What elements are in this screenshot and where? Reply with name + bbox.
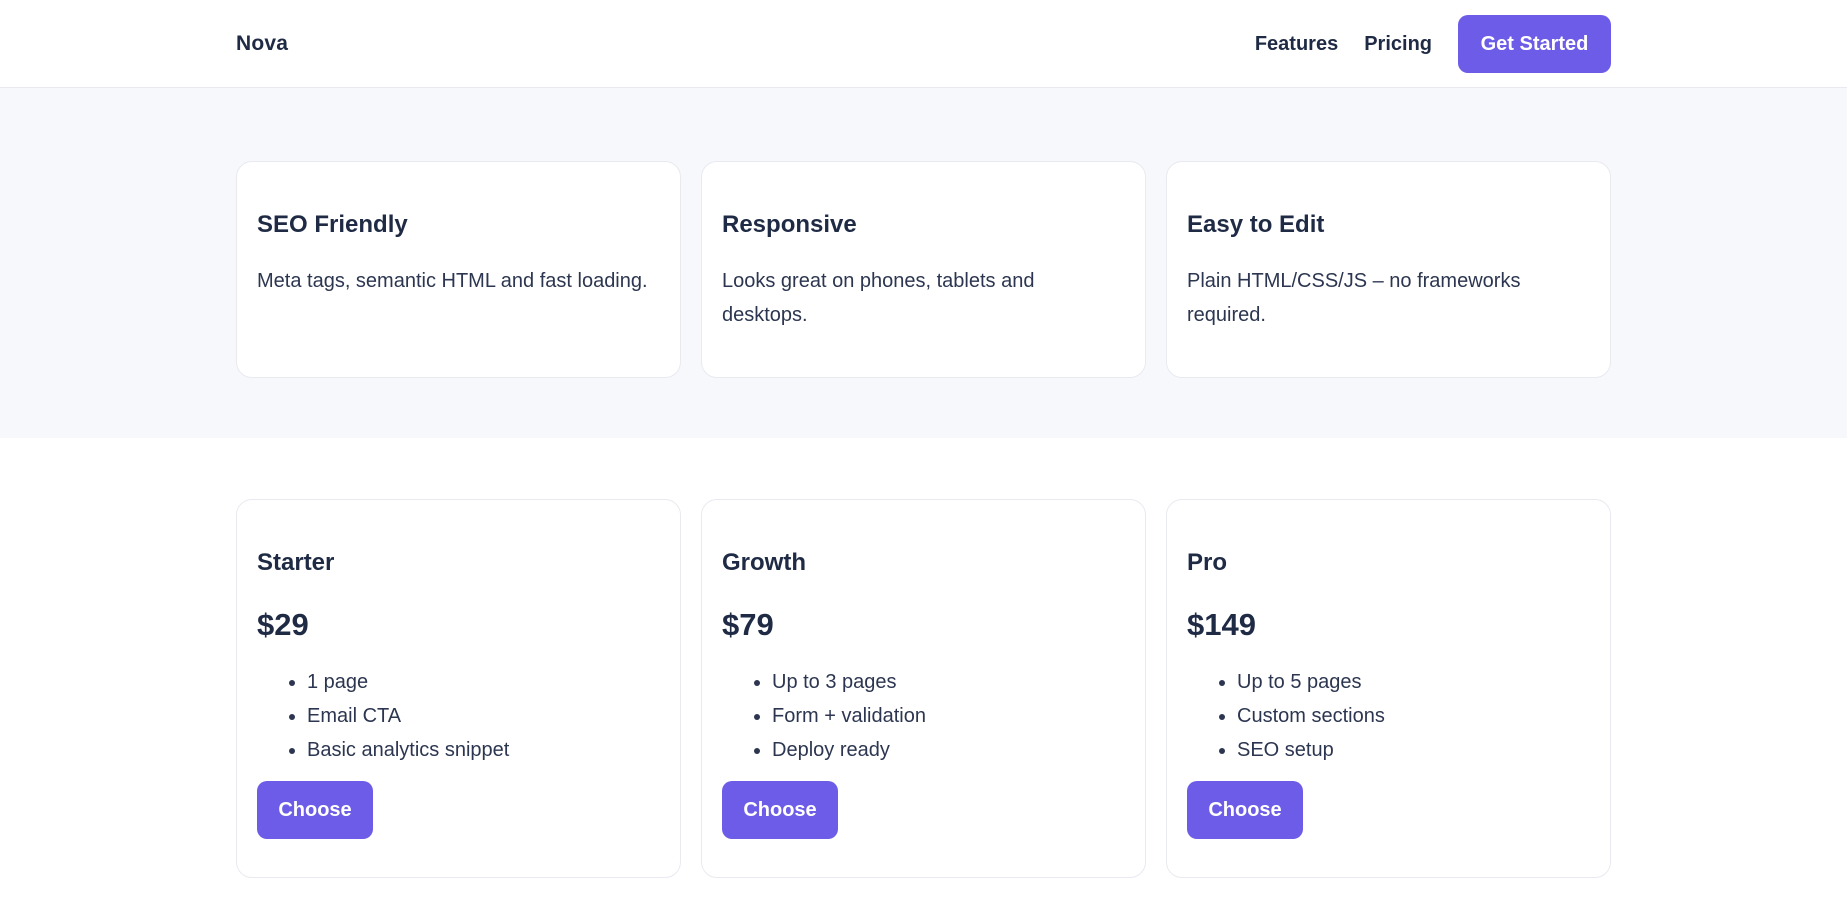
plan-price: $149 — [1187, 607, 1256, 642]
plan-feature-item: 1 page — [307, 665, 660, 699]
feature-card-easy-edit: Easy to Edit Plain HTML/CSS/JS – no fram… — [1166, 161, 1611, 378]
pricing-section: Starter $29 1 page Email CTA Basic analy… — [0, 438, 1847, 878]
feature-card-responsive: Responsive Looks great on phones, tablet… — [701, 161, 1146, 378]
nav-link-features[interactable]: Features — [1255, 33, 1338, 56]
plan-name: Starter — [257, 549, 335, 576]
plan-price: $29 — [257, 607, 309, 642]
features-section: SEO Friendly Meta tags, semantic HTML an… — [0, 88, 1847, 438]
logo[interactable]: Nova — [236, 32, 288, 56]
features-row: SEO Friendly Meta tags, semantic HTML an… — [236, 161, 1611, 378]
plan-feature-item: Custom sections — [1237, 699, 1590, 733]
pricing-card-pro: Pro $149 Up to 5 pages Custom sections S… — [1166, 499, 1611, 878]
main-nav: Features Pricing Get Started — [1255, 15, 1611, 73]
plan-name: Pro — [1187, 549, 1228, 576]
plan-name: Growth — [722, 549, 806, 576]
plan-feature-list: Up to 3 pages Form + validation Deploy r… — [722, 665, 1125, 767]
plan-feature-item: Up to 3 pages — [772, 665, 1125, 699]
plan-feature-item: Up to 5 pages — [1237, 665, 1590, 699]
plan-feature-list: 1 page Email CTA Basic analytics snippet — [257, 665, 660, 767]
header-container: Nova Features Pricing Get Started — [236, 0, 1611, 88]
feature-card-seo: SEO Friendly Meta tags, semantic HTML an… — [236, 161, 681, 378]
choose-starter-button[interactable]: Choose — [257, 781, 373, 839]
plan-feature-item: Email CTA — [307, 699, 660, 733]
feature-description: Plain HTML/CSS/JS – no frameworks requir… — [1187, 270, 1521, 326]
pricing-card-growth: Growth $79 Up to 3 pages Form + validati… — [701, 499, 1146, 878]
nav-link-pricing[interactable]: Pricing — [1364, 33, 1432, 56]
choose-growth-button[interactable]: Choose — [722, 781, 838, 839]
site-header: Nova Features Pricing Get Started — [0, 0, 1847, 88]
feature-description: Looks great on phones, tablets and deskt… — [722, 270, 1035, 326]
plan-price: $79 — [722, 607, 774, 642]
get-started-button[interactable]: Get Started — [1458, 15, 1611, 73]
pricing-card-starter: Starter $29 1 page Email CTA Basic analy… — [236, 499, 681, 878]
pricing-row: Starter $29 1 page Email CTA Basic analy… — [236, 499, 1611, 878]
feature-title: Responsive — [722, 211, 857, 238]
feature-description: Meta tags, semantic HTML and fast loadin… — [257, 270, 648, 292]
plan-feature-list: Up to 5 pages Custom sections SEO setup — [1187, 665, 1590, 767]
feature-title: Easy to Edit — [1187, 211, 1325, 238]
plan-feature-item: SEO setup — [1237, 733, 1590, 767]
plan-feature-item: Basic analytics snippet — [307, 733, 660, 767]
plan-feature-item: Form + validation — [772, 699, 1125, 733]
choose-pro-button[interactable]: Choose — [1187, 781, 1303, 839]
feature-title: SEO Friendly — [257, 211, 408, 238]
plan-feature-item: Deploy ready — [772, 733, 1125, 767]
